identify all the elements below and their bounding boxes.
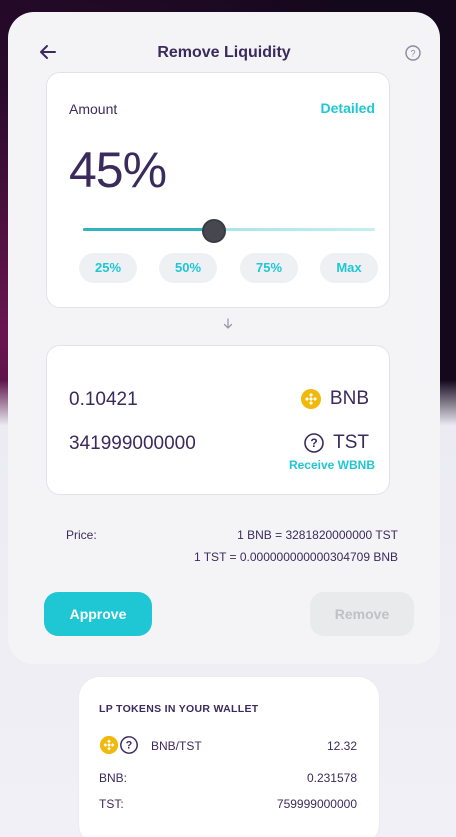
bnb-token: BNB: [300, 387, 369, 411]
lp-pair-icons: ?: [99, 735, 139, 755]
percent-75-button[interactable]: 75%: [240, 253, 298, 283]
page-title: Remove Liquidity: [157, 44, 291, 61]
tst-symbol: TST: [333, 432, 369, 453]
lp-tst-value: 759999000000: [276, 797, 357, 811]
price-info: Price: 1 BNB = 3281820000000 TST 1 TST =…: [48, 528, 398, 572]
bnb-coin-icon: [300, 389, 321, 409]
lp-pair-amount: 12.32: [326, 739, 357, 753]
slider-track-fill: [83, 228, 215, 231]
svg-text:?: ?: [310, 436, 317, 450]
price-bnb-to-tst: 1 BNB = 3281820000000 TST: [237, 528, 398, 542]
remove-liquidity-panel: Remove Liquidity ? Amount Detailed 45% 2…: [8, 12, 440, 664]
percent-50-button[interactable]: 50%: [159, 253, 217, 283]
svg-text:?: ?: [410, 49, 415, 59]
help-button[interactable]: ?: [404, 44, 422, 62]
quick-percent-buttons: 25% 50% 75% Max: [79, 253, 381, 283]
remove-button[interactable]: Remove: [310, 592, 414, 636]
amount-percent: 45%: [69, 142, 167, 198]
detailed-toggle[interactable]: Detailed: [321, 100, 375, 116]
price-tst-to-bnb: 1 TST = 0.000000000000304709 BNB: [193, 550, 398, 564]
bnb-coin-icon: [99, 735, 119, 755]
percent-25-button[interactable]: 25%: [79, 253, 137, 283]
arrow-down-icon: [221, 317, 235, 331]
lp-bnb-value: 0.231578: [306, 771, 357, 785]
amount-slider[interactable]: [83, 219, 375, 243]
unknown-token-icon: ?: [304, 433, 324, 453]
lp-tokens-title: LP TOKENS IN YOUR WALLET: [99, 703, 259, 715]
lp-pair-name: BNB/TST: [151, 739, 202, 753]
svg-text:?: ?: [126, 740, 133, 752]
question-circle-icon: ?: [405, 45, 421, 61]
approve-button[interactable]: Approve: [44, 592, 152, 636]
tst-token: ? TST: [303, 431, 369, 455]
tst-output-amount: 341999000000: [69, 433, 196, 454]
bnb-output-amount: 0.10421: [69, 389, 138, 410]
lp-bnb-label: BNB:: [99, 771, 128, 785]
amount-label: Amount: [69, 101, 118, 117]
unknown-token-icon: ?: [120, 736, 138, 754]
panel-header: Remove Liquidity ?: [8, 40, 440, 70]
slider-thumb[interactable]: [202, 219, 227, 243]
price-label: Price:: [66, 528, 97, 542]
lp-tokens-card: LP TOKENS IN YOUR WALLET ? BNB/TST 12.32…: [78, 676, 380, 837]
lp-tst-label: TST:: [99, 797, 124, 811]
output-card: 0.10421 BNB 341999000000 ? TST Receive W…: [46, 345, 390, 495]
amount-card: Amount Detailed 45% 25% 50% 75% Max: [46, 72, 390, 308]
percent-max-button[interactable]: Max: [320, 253, 378, 283]
bnb-symbol: BNB: [329, 388, 369, 409]
receive-wbnb-link[interactable]: Receive WBNB: [289, 458, 375, 472]
